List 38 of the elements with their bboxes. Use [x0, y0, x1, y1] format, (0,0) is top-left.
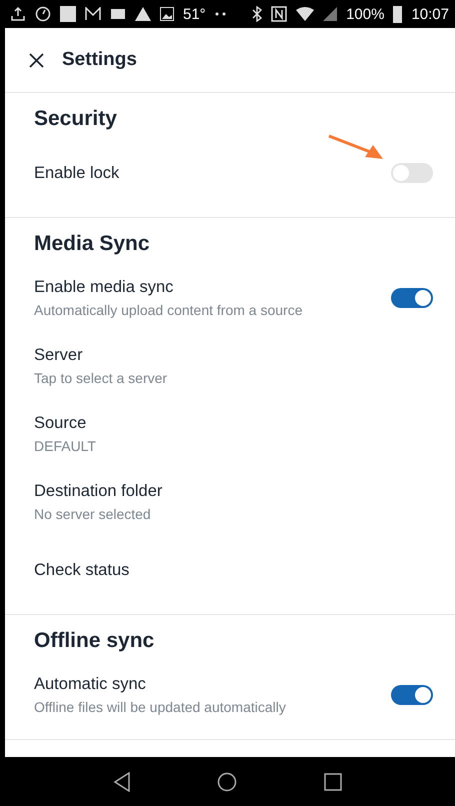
section-heading: Offline sync	[34, 629, 156, 653]
page-title: Settings	[62, 49, 137, 71]
toggle-switch[interactable]	[391, 163, 433, 183]
close-icon[interactable]	[29, 52, 44, 68]
mail-icon	[85, 7, 101, 21]
signal-icon	[323, 7, 338, 21]
setting-label[interactable]: Server	[34, 346, 433, 365]
toggle-switch[interactable]	[391, 685, 433, 705]
section-heading: Security	[34, 107, 118, 131]
recents-icon[interactable]	[324, 772, 342, 790]
battery-icon	[393, 6, 402, 22]
battery-percent: 100%	[346, 6, 384, 22]
setting-label[interactable]: Enable media sync	[34, 278, 391, 297]
setting-description: Tap to select a server	[34, 370, 168, 386]
clock-icon	[35, 6, 51, 22]
warning-icon	[135, 7, 151, 21]
setting-label[interactable]: Automatic sync	[34, 675, 391, 694]
dots-icon	[214, 12, 227, 16]
upload-icon	[10, 6, 26, 22]
wifi-icon	[296, 7, 314, 21]
setting-label[interactable]: Check status	[34, 560, 433, 580]
section-heading: Media Sync	[34, 232, 151, 256]
home-icon[interactable]	[217, 772, 238, 792]
setting-label[interactable]: Destination folder	[34, 482, 433, 501]
setting-description: Offline files will be updated automatically	[34, 699, 287, 715]
back-icon[interactable]	[113, 772, 132, 792]
toggle-switch[interactable]	[391, 288, 433, 308]
square-icon	[60, 6, 76, 22]
nfc-icon	[271, 6, 288, 22]
setting-label[interactable]: Enable lock	[34, 164, 391, 182]
setting-label[interactable]: Source	[34, 414, 433, 433]
setting-description: Automatically upload content from a source	[34, 302, 304, 318]
clock-time: 10:07	[411, 6, 449, 22]
setting-description: DEFAULT	[34, 438, 97, 454]
setting-description: No server selected	[34, 506, 152, 522]
bluetooth-icon	[252, 6, 262, 22]
image-icon	[160, 7, 174, 21]
temperature-text: 51°	[183, 6, 206, 22]
